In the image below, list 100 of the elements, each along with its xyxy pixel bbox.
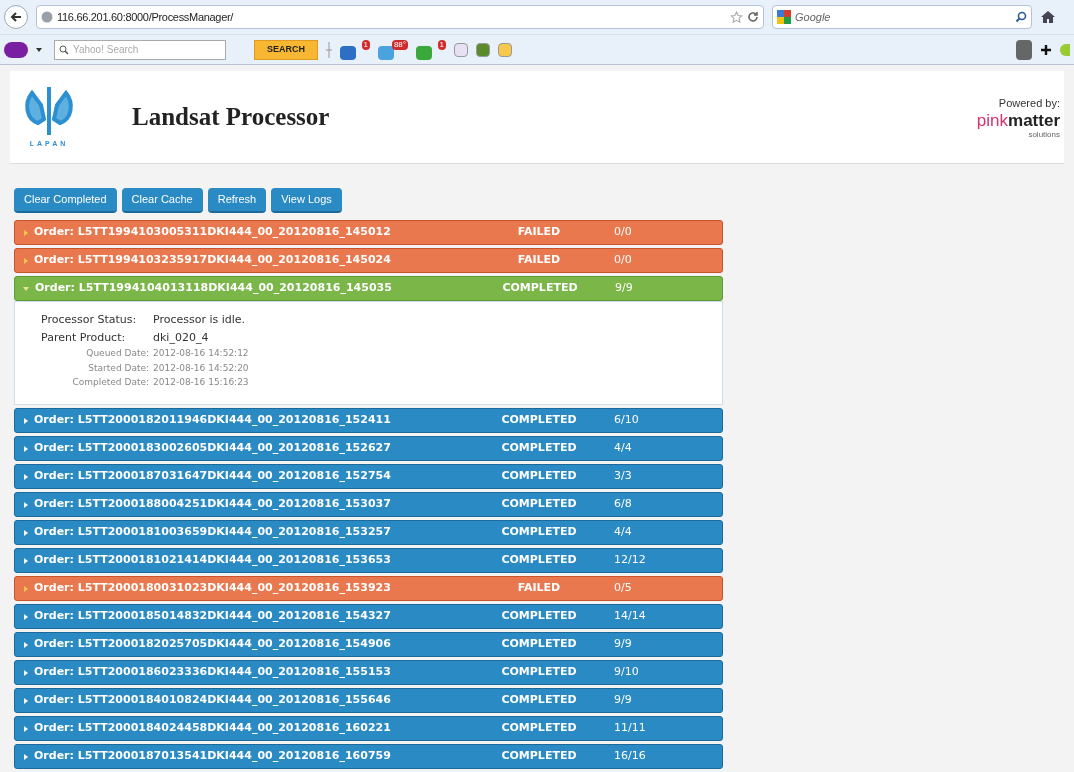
- collapsed-caret-icon: [24, 557, 28, 564]
- order-status: COMPLETED: [500, 440, 578, 457]
- collapsed-caret-icon: [24, 753, 28, 760]
- order-row[interactable]: Order: L5TT2000187013541DKI444_00_20120816_160759 COMPLETED 16/16: [14, 744, 723, 769]
- order-status: COMPLETED: [500, 692, 578, 709]
- order-row[interactable]: Order: L5TT2000183002605DKI444_00_20120816_152627 COMPLETED 4/4: [14, 436, 723, 461]
- toolbar-app-icon[interactable]: [476, 42, 490, 57]
- order-row[interactable]: Order: L5TT2000182025705DKI444_00_20120816_154906 COMPLETED 9/9: [14, 632, 723, 657]
- notification-badge: 88°: [391, 39, 408, 50]
- toolbar-separator-icon: [326, 41, 332, 58]
- order-name: Order: L5TT1994103235917DKI444_00_20120816_145024: [34, 252, 392, 269]
- order-name: Order: L5TT1994104013118DKI444_00_20120816_145035: [35, 280, 393, 297]
- order-name: Order: L5TT1994103005311DKI444_00_20120816_145012: [34, 224, 392, 241]
- order-row[interactable]: Order: L5TT2000184010824DKI444_00_20120816_155646 COMPLETED 9/9: [14, 688, 723, 713]
- order-status: COMPLETED: [500, 608, 578, 625]
- order-row[interactable]: Order: L5TT2000185014832DKI444_00_20120816_154327 COMPLETED 14/14: [14, 604, 723, 629]
- search-input[interactable]: Yahoo! Search: [73, 42, 221, 57]
- order-row[interactable]: Order: L5TT1994104013118DKI444_00_20120816_145035 COMPLETED 9/9: [14, 276, 723, 301]
- brand-logo: pinkmatter: [976, 111, 1060, 130]
- order-name: Order: L5TT2000184024458DKI444_00_20120816_160221: [34, 720, 392, 737]
- order-status: FAILED: [516, 580, 562, 597]
- order-status: COMPLETED: [500, 412, 578, 429]
- detail-value: 2012-08-16 14:52:12: [153, 347, 249, 360]
- collapsed-caret-icon: [24, 445, 28, 452]
- order-row[interactable]: Order: L5TT2000181003659DKI444_00_20120816_153257 COMPLETED 4/4: [14, 520, 723, 545]
- collapsed-caret-icon: [24, 669, 28, 676]
- collapsed-caret-icon: [24, 613, 28, 620]
- search-icon: [59, 44, 69, 55]
- page-title: Landsat Processor: [132, 102, 330, 133]
- order-status: COMPLETED: [500, 524, 578, 541]
- toolbar-button[interactable]: Refresh: [207, 188, 267, 213]
- order-progress: 12/12: [614, 552, 646, 569]
- toolbar-button[interactable]: View Logs: [271, 188, 342, 213]
- back-button[interactable]: [4, 5, 28, 29]
- order-name: Order: L5TT2000183002605DKI444_00_20120816_152627: [34, 440, 392, 457]
- detail-value: 2012-08-16 14:52:20: [153, 361, 249, 375]
- order-name: Order: L5TT2000182011946DKI444_00_20120816_152411: [34, 412, 392, 429]
- order-row[interactable]: Order: L5TT1994103235917DKI444_00_20120816_145024 FAILED 0/0: [14, 248, 723, 273]
- collapsed-caret-icon: [24, 529, 28, 536]
- order-progress: 6/8: [614, 496, 632, 513]
- address-bar[interactable]: 116.66.201.60:8000/ProcessManager/: [36, 5, 764, 29]
- search-icon[interactable]: [1015, 11, 1027, 23]
- detail-label: Started Date:: [87, 361, 150, 375]
- detail-label: Queued Date:: [85, 347, 150, 360]
- detail-value: dki_020_4: [153, 329, 209, 346]
- toolbar-button[interactable]: Clear Completed: [14, 188, 117, 213]
- plus-icon[interactable]: [1040, 43, 1052, 56]
- order-progress: 0/0: [614, 252, 632, 269]
- collapsed-caret-icon: [24, 725, 28, 732]
- order-status: FAILED: [516, 252, 562, 269]
- order-row[interactable]: Order: L5TT2000184024458DKI444_00_20120816_160221 COMPLETED 11/11: [14, 716, 723, 741]
- order-progress: 4/4: [614, 524, 632, 541]
- order-row[interactable]: Order: L5TT2000187031647DKI444_00_20120816_152754 COMPLETED 3/3: [14, 464, 723, 489]
- order-progress: 14/14: [614, 608, 646, 625]
- collapsed-caret-icon: [24, 473, 28, 480]
- web-search-field[interactable]: Google: [772, 5, 1032, 29]
- order-progress: 3/3: [614, 468, 632, 485]
- order-row[interactable]: Order: L5TT1994103005311DKI444_00_20120816_145012 FAILED 0/0: [14, 220, 723, 245]
- order-row[interactable]: Order: L5TT2000180031023DKI444_00_20120816_153923 FAILED 0/5: [14, 576, 723, 601]
- url-text: 116.66.201.60:8000/ProcessManager/: [57, 9, 234, 25]
- order-progress: 6/10: [614, 412, 639, 429]
- search-button[interactable]: SEARCH: [254, 39, 318, 60]
- toolbar-button[interactable]: Clear Cache: [121, 188, 203, 213]
- detail-label: Parent Product:: [41, 329, 127, 346]
- order-progress: 9/9: [615, 280, 633, 297]
- back-arrow-icon: [10, 11, 22, 23]
- expanded-caret-icon: [23, 286, 29, 291]
- search-input[interactable]: Google: [795, 8, 1011, 26]
- order-name: Order: L5TT2000186023336DKI444_00_20120816_155153: [34, 664, 392, 681]
- order-progress: 16/16: [614, 748, 646, 765]
- dropdown-caret-icon[interactable]: [36, 47, 42, 52]
- reload-icon[interactable]: [747, 11, 759, 23]
- order-progress: 0/5: [614, 580, 632, 597]
- collapsed-caret-icon: [24, 641, 28, 648]
- order-row[interactable]: Order: L5TT2000182011946DKI444_00_20120816_152411 COMPLETED 6/10: [14, 408, 723, 433]
- order-status: COMPLETED: [500, 636, 578, 653]
- yahoo-search-field[interactable]: Yahoo! Search: [54, 39, 226, 60]
- home-icon[interactable]: [1040, 10, 1056, 24]
- detail-label: Completed Date:: [71, 376, 150, 389]
- star-icon[interactable]: [730, 10, 743, 24]
- order-name: Order: L5TT2000187031647DKI444_00_20120816_152754: [34, 468, 392, 485]
- order-name: Order: L5TT2000185014832DKI444_00_20120816_154327: [34, 608, 392, 625]
- order-name: Order: L5TT2000181021414DKI444_00_20120816_153653: [34, 552, 392, 569]
- order-progress: 4/4: [614, 440, 632, 457]
- toolbar-app-icon[interactable]: [416, 45, 432, 60]
- order-status: COMPLETED: [500, 552, 578, 569]
- order-name: Order: L5TT2000187013541DKI444_00_20120816_160759: [34, 748, 392, 765]
- order-row[interactable]: Order: L5TT2000186023336DKI444_00_20120816_155153 COMPLETED 9/10: [14, 660, 723, 685]
- order-progress: 11/11: [614, 720, 646, 737]
- order-status: FAILED: [516, 224, 562, 241]
- order-status: COMPLETED: [500, 664, 578, 681]
- toolbar-app-icon[interactable]: [378, 45, 394, 60]
- order-name: Order: L5TT2000182025705DKI444_00_20120816_154906: [34, 636, 392, 653]
- order-row[interactable]: Order: L5TT2000188004251DKI444_00_20120816_153037 COMPLETED 6/8: [14, 492, 723, 517]
- order-status: COMPLETED: [500, 468, 578, 485]
- detail-value: Processor is idle.: [153, 312, 246, 328]
- toolbar-app-icon[interactable]: [340, 45, 356, 60]
- order-status: COMPLETED: [500, 720, 578, 737]
- order-status: COMPLETED: [500, 496, 578, 513]
- order-row[interactable]: Order: L5TT2000181021414DKI444_00_20120816_153653 COMPLETED 12/12: [14, 548, 723, 573]
